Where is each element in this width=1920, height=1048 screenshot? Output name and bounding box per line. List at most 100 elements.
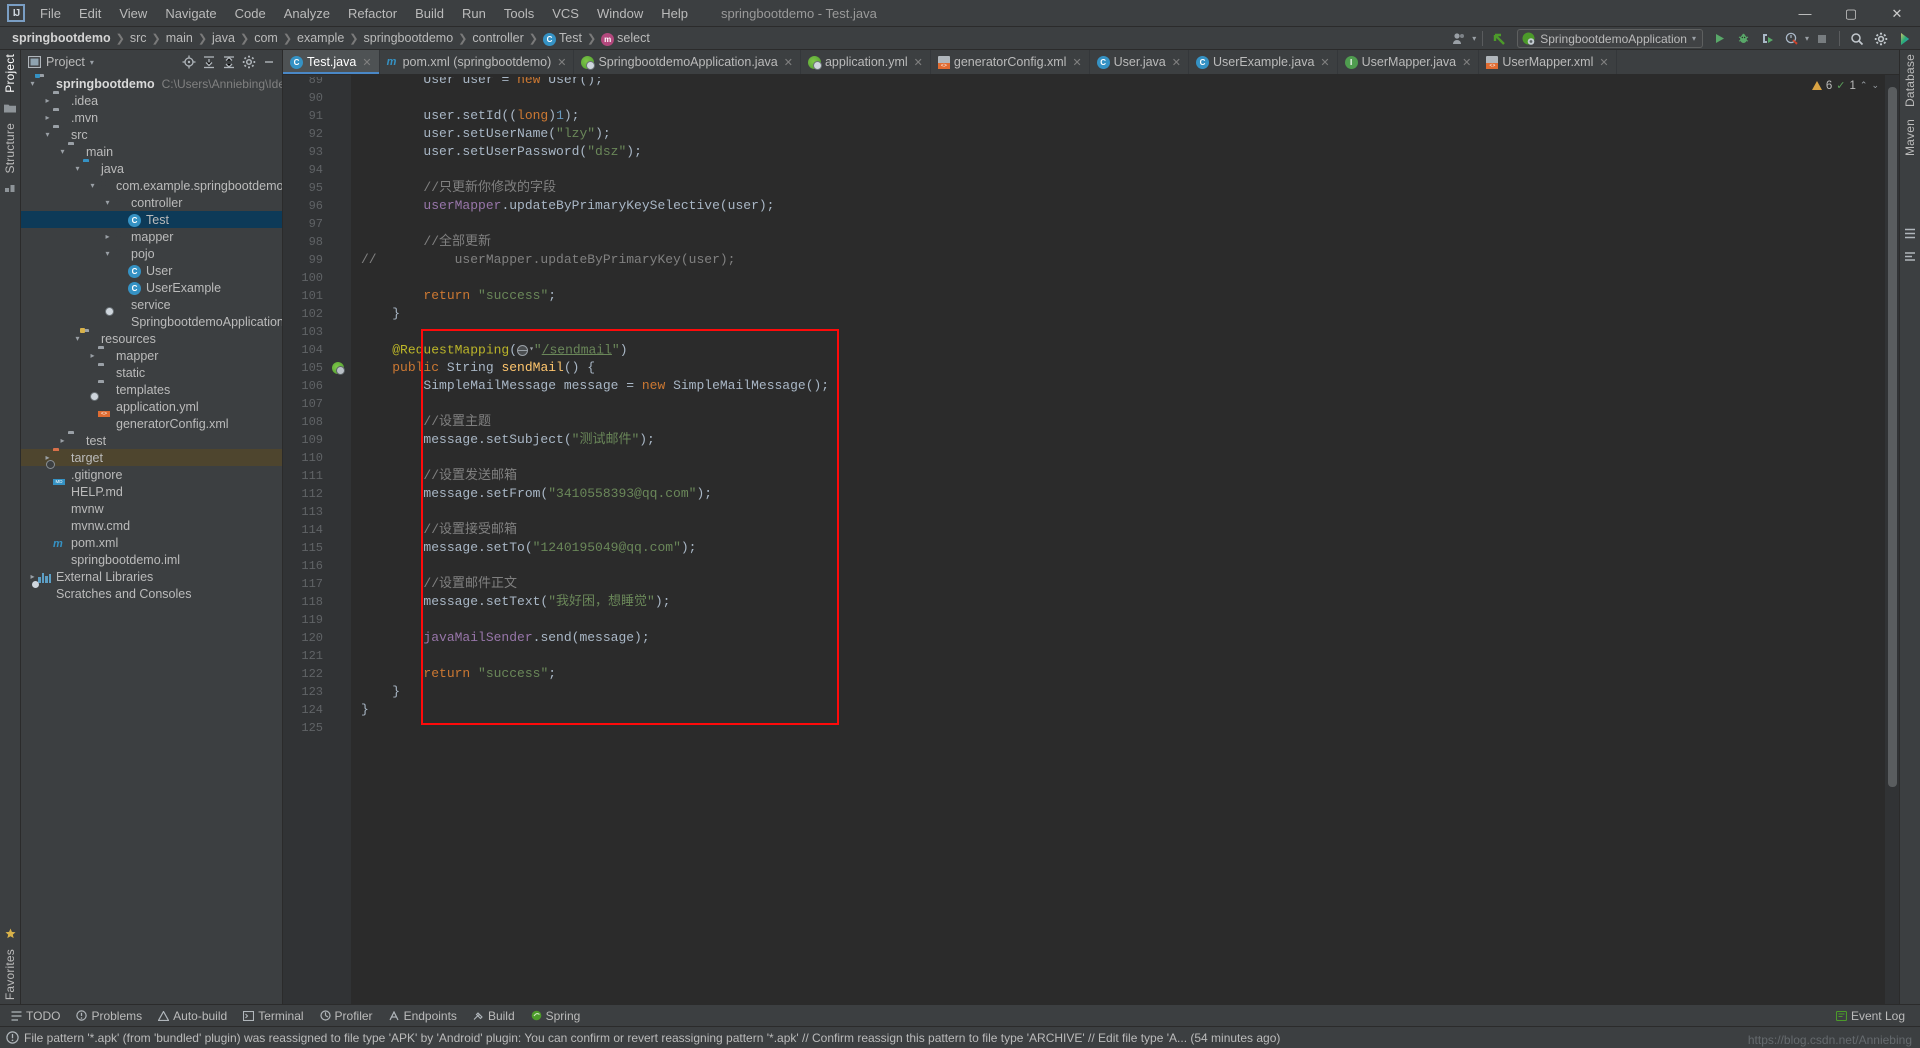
gutter-line-89[interactable]: 89 <box>283 77 351 89</box>
bean-icon[interactable] <box>1904 251 1916 262</box>
tree-expand-arrow-icon[interactable]: ▾ <box>42 130 53 139</box>
tree-item-mvnw[interactable]: mvnw <box>21 500 282 517</box>
gutter-line-91[interactable]: 91 <box>283 107 351 125</box>
code-line-115[interactable]: message.setTo("1240195049@qq.com"); <box>351 539 1885 557</box>
tree-expand-arrow-icon[interactable]: ▸ <box>42 113 53 122</box>
gutter-line-100[interactable]: 100 <box>283 269 351 287</box>
code-editor[interactable]: User user = new User(); user.setId((long… <box>351 75 1885 1004</box>
close-icon[interactable]: ✕ <box>914 56 923 69</box>
menu-icon[interactable] <box>1904 228 1916 239</box>
tool-profiler[interactable]: Profiler <box>313 1007 380 1025</box>
gutter-line-110[interactable]: 110 <box>283 449 351 467</box>
tree-expand-arrow-icon[interactable]: ▸ <box>27 572 38 581</box>
tree-item-pojo[interactable]: ▾ pojo <box>21 245 282 262</box>
menu-help[interactable]: Help <box>652 2 697 25</box>
expand-all-icon[interactable] <box>199 53 218 72</box>
menu-code[interactable]: Code <box>226 2 275 25</box>
gutter-line-114[interactable]: 114 <box>283 521 351 539</box>
code-line-110[interactable] <box>351 449 1885 467</box>
gutter-line-102[interactable]: 102− <box>283 305 366 323</box>
tree-item-springbootdemo[interactable]: ▾ springbootdemo C:\Users\Anniebing\IdeaPr… <box>21 75 282 92</box>
tool-todo[interactable]: TODO <box>4 1007 67 1025</box>
code-line-116[interactable] <box>351 557 1885 575</box>
scroll-from-source-icon[interactable] <box>179 53 198 72</box>
editor-tabs[interactable]: C Test.java ✕ m pom.xml (springbootdemo) ✕ Spr… <box>283 50 1899 75</box>
menu-tools[interactable]: Tools <box>495 2 543 25</box>
editor-scrollbar-thumb[interactable] <box>1888 87 1897 787</box>
minimize-button[interactable]: — <box>1782 0 1828 27</box>
user-dropdown-icon[interactable]: ▾ <box>1472 34 1476 43</box>
project-tree[interactable]: ▾ springbootdemo C:\Users\Anniebing\IdeaPr… <box>21 74 282 1004</box>
editor-tab-usermapper-java[interactable]: I UserMapper.java ✕ <box>1338 50 1480 74</box>
code-line-111[interactable]: //设置发送邮箱 <box>351 467 1885 485</box>
settings-button[interactable] <box>1870 28 1892 49</box>
grid-icon[interactable] <box>5 183 15 193</box>
gutter-line-90[interactable]: 90 <box>283 89 351 107</box>
menu-build[interactable]: Build <box>406 2 453 25</box>
breadcrumb-item-controller[interactable]: controller <box>468 30 527 46</box>
gutter-line-104[interactable]: 104 <box>283 341 351 359</box>
event-log-button[interactable]: Event Log <box>1829 1007 1912 1025</box>
editor-tab-usermapper-xml[interactable]: UserMapper.xml ✕ <box>1479 50 1617 74</box>
star-icon[interactable] <box>5 928 16 939</box>
tool-spring[interactable]: Spring <box>524 1007 588 1025</box>
tree-item-com-example-springbootdemo[interactable]: ▾ com.example.springbootdemo <box>21 177 282 194</box>
code-line-107[interactable] <box>351 395 1885 413</box>
breadcrumb-item-java[interactable]: java <box>208 30 239 46</box>
tree-item-userexample[interactable]: C UserExample <box>21 279 282 296</box>
gutter-line-119[interactable]: 119 <box>283 611 351 629</box>
tree-expand-arrow-icon[interactable]: ▾ <box>72 334 83 343</box>
tree-item-java[interactable]: ▾ java <box>21 160 282 177</box>
breadcrumb-item-src[interactable]: src <box>126 30 151 46</box>
tree-item-templates[interactable]: templates <box>21 381 282 398</box>
gutter-line-121[interactable]: 121 <box>283 647 351 665</box>
menu-file[interactable]: File <box>31 2 70 25</box>
code-line-89[interactable]: User user = new User(); <box>351 77 1885 89</box>
gutter-line-107[interactable]: 107 <box>283 395 351 413</box>
menu-refactor[interactable]: Refactor <box>339 2 406 25</box>
tree-expand-arrow-icon[interactable]: ▾ <box>57 147 68 156</box>
gutter-line-103[interactable]: 103 <box>283 323 351 341</box>
tree-expand-arrow-icon[interactable]: ▾ <box>102 198 113 207</box>
tree-item-mapper[interactable]: ▸ mapper <box>21 228 282 245</box>
folder-icon[interactable] <box>4 103 16 113</box>
tool-endpoints[interactable]: Endpoints <box>382 1007 464 1025</box>
gutter-line-94[interactable]: 94 <box>283 161 351 179</box>
gutter-line-96[interactable]: 96 <box>283 197 351 215</box>
gutter-line-98[interactable]: 98− <box>283 233 366 251</box>
code-line-93[interactable]: user.setUserPassword("dsz"); <box>351 143 1885 161</box>
code-line-92[interactable]: user.setUserName("lzy"); <box>351 125 1885 143</box>
code-line-103[interactable] <box>351 323 1885 341</box>
gutter-line-109[interactable]: 109 <box>283 431 351 449</box>
tree-item-user[interactable]: C User <box>21 262 282 279</box>
tree-expand-arrow-icon[interactable]: ▸ <box>57 436 68 445</box>
gutter-line-108[interactable]: 108 <box>283 413 351 431</box>
tool-auto-build[interactable]: Auto-build <box>151 1007 234 1025</box>
update-project-icon[interactable] <box>1489 28 1511 49</box>
close-icon[interactable]: ✕ <box>1462 56 1471 69</box>
scrollbar-marker-pane[interactable] <box>1885 75 1899 1004</box>
editor-tab-user-java[interactable]: C User.java ✕ <box>1090 50 1189 74</box>
panel-settings-icon[interactable] <box>239 53 258 72</box>
gutter-line-113[interactable]: 113 <box>283 503 351 521</box>
code-line-123[interactable]: } <box>351 683 1885 701</box>
tree-item-main[interactable]: ▾ main <box>21 143 282 160</box>
code-line-125[interactable] <box>351 719 1885 737</box>
code-line-112[interactable]: message.setFrom("3410558393@qq.com"); <box>351 485 1885 503</box>
close-icon[interactable]: ✕ <box>784 56 793 69</box>
tree-item-springbootdemoapplication[interactable]: SpringbootdemoApplication <box>21 313 282 330</box>
maximize-button[interactable]: ▢ <box>1828 0 1874 27</box>
code-line-108[interactable]: //设置主题 <box>351 413 1885 431</box>
tree-expand-arrow-icon[interactable]: ▾ <box>72 164 83 173</box>
code-line-96[interactable]: userMapper.updateByPrimaryKeySelective(u… <box>351 197 1885 215</box>
breadcrumb-item-test[interactable]: C Test <box>539 30 586 47</box>
code-line-109[interactable]: message.setSubject("测试邮件"); <box>351 431 1885 449</box>
code-line-104[interactable]: @RequestMapping(▾ "/sendmail") <box>351 341 1885 359</box>
hide-panel-icon[interactable] <box>259 53 278 72</box>
close-icon[interactable]: ✕ <box>557 56 566 69</box>
code-line-113[interactable] <box>351 503 1885 521</box>
code-line-118[interactable]: message.setText("我好困，想睡觉"); <box>351 593 1885 611</box>
tree-expand-arrow-icon[interactable]: ▸ <box>102 232 113 241</box>
tree-item-test[interactable]: C Test <box>21 211 282 228</box>
breadcrumb-item-example[interactable]: example <box>293 30 348 46</box>
